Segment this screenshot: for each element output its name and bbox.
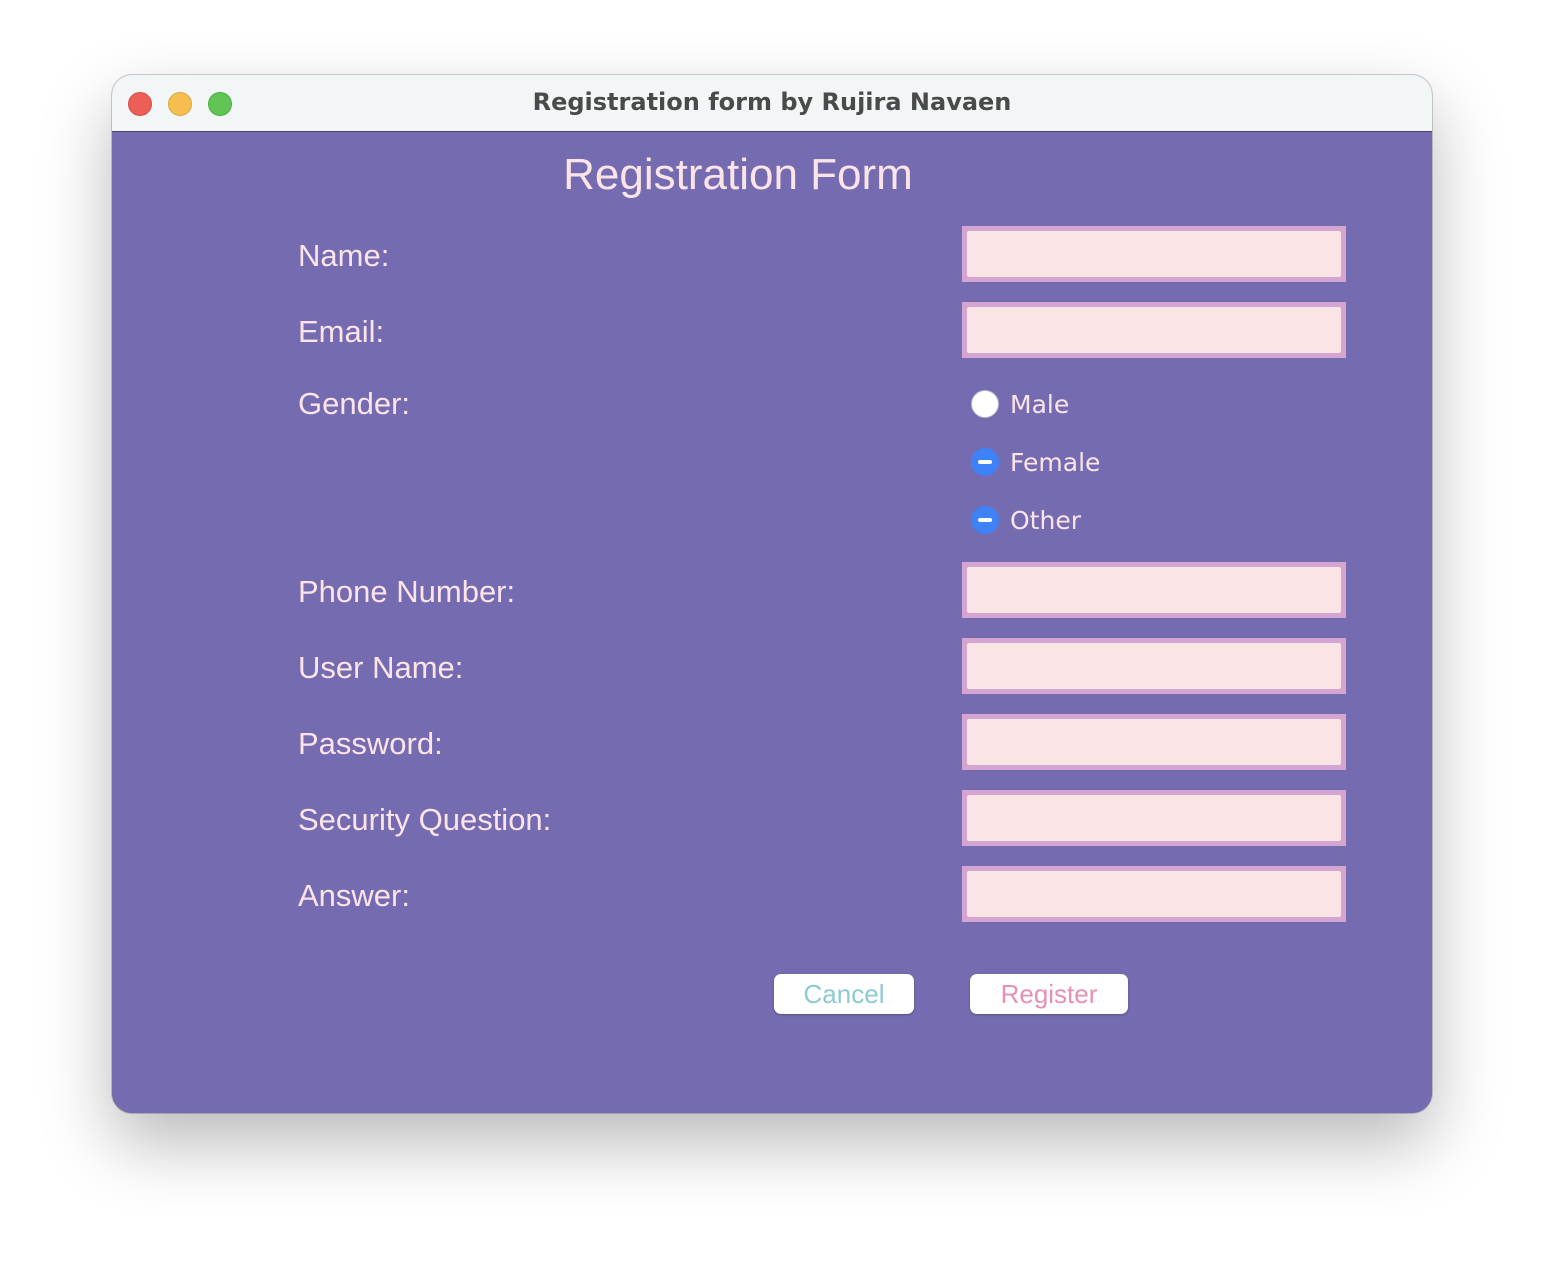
title-bar[interactable]: Registration form by Rujira Navaen	[112, 75, 1432, 132]
answer-label: Answer:	[298, 878, 410, 913]
phone-field-frame	[962, 562, 1346, 618]
security-question-label: Security Question:	[298, 802, 552, 837]
radio-unselected-icon[interactable]	[971, 390, 999, 418]
gender-radio-male[interactable]: Male	[971, 387, 1069, 421]
gender-option-label: Other	[1010, 505, 1081, 535]
email-label: Email:	[298, 314, 385, 349]
answer-field-frame	[962, 866, 1346, 922]
answer-input[interactable]	[967, 871, 1341, 917]
username-field-frame	[962, 638, 1346, 694]
gender-label: Gender:	[298, 386, 411, 421]
username-input[interactable]	[967, 643, 1341, 689]
gender-radio-female[interactable]: Female	[971, 445, 1100, 479]
name-label: Name:	[298, 238, 390, 273]
app-window: Registration form by Rujira Navaen Regis…	[112, 75, 1432, 1113]
radio-mixed-icon[interactable]	[971, 448, 999, 476]
form-heading: Registration Form	[563, 150, 913, 199]
window-title: Registration form by Rujira Navaen	[532, 88, 1012, 116]
password-label: Password:	[298, 726, 443, 761]
radio-mixed-icon[interactable]	[971, 506, 999, 534]
name-field-frame	[962, 226, 1346, 282]
email-input[interactable]	[967, 307, 1341, 353]
gender-option-label: Female	[1010, 447, 1101, 477]
phone-label: Phone Number:	[298, 574, 516, 609]
username-label: User Name:	[298, 650, 464, 685]
cancel-button[interactable]: Cancel	[774, 974, 914, 1014]
register-button[interactable]: Register	[970, 974, 1128, 1014]
password-field-frame	[962, 714, 1346, 770]
gender-option-label: Male	[1010, 389, 1070, 419]
email-field-frame	[962, 302, 1346, 358]
form-panel: Registration Form Name: Email: Gender: M…	[112, 132, 1432, 1113]
password-input[interactable]	[967, 719, 1341, 765]
phone-input[interactable]	[967, 567, 1341, 613]
name-input[interactable]	[967, 231, 1341, 277]
gender-radio-other[interactable]: Other	[971, 503, 1081, 537]
security-question-field-frame	[962, 790, 1346, 846]
security-question-input[interactable]	[967, 795, 1341, 841]
